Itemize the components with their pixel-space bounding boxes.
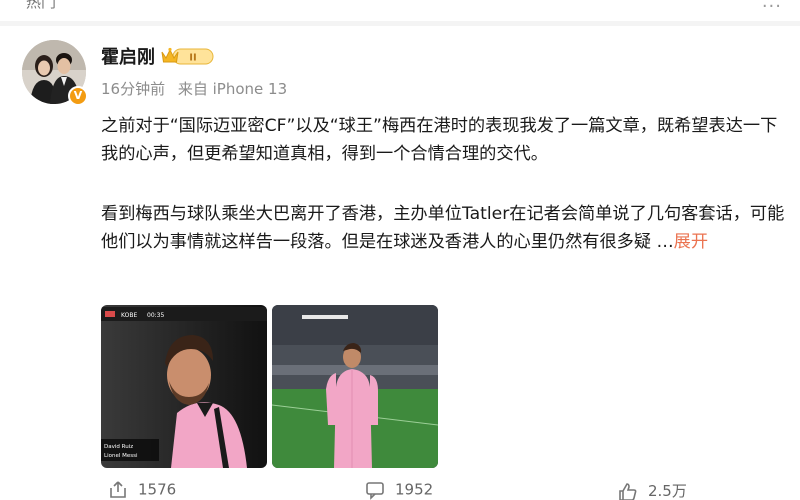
post-paragraph-1: 之前对于“国际迈亚密CF”以及“球王”梅西在港时的表现我发了一篇文章，既希望表达…	[101, 116, 778, 164]
share-button[interactable]: 1576	[108, 480, 176, 500]
like-count: 2.5万	[648, 482, 687, 500]
section-divider	[0, 21, 800, 26]
post-paragraph-2: 看到梅西与球队乘坐大巴离开了香港，主办单位Tatler在记者会简单说了几句客套话…	[101, 200, 791, 256]
badge-level: II	[189, 52, 196, 63]
comment-button[interactable]: 1952	[365, 480, 433, 500]
tab-hot[interactable]: 热门	[26, 0, 56, 12]
expand-link[interactable]: 展开	[674, 232, 708, 252]
comment-icon	[366, 482, 384, 500]
overlay-score: 00:35	[147, 312, 164, 319]
top-strip: 热门 ···	[0, 0, 800, 22]
caption-line-2: Lionel Messi	[104, 453, 138, 459]
share-icon	[110, 481, 126, 498]
comment-count: 1952	[395, 480, 434, 499]
post-image-2[interactable]	[272, 305, 438, 468]
member-crown-badge-icon[interactable]: II	[160, 46, 214, 66]
author-name[interactable]: 霍启刚	[101, 43, 155, 69]
post-source: 来自 iPhone 13	[177, 80, 288, 98]
author-avatar[interactable]: V	[22, 40, 88, 106]
overlay-team: KOBE	[121, 312, 137, 319]
messi-closeup-photo: KOBE 00:35 David Ruiz Lionel Messi	[101, 305, 267, 468]
caption-line-1: David Ruiz	[104, 444, 133, 450]
verified-badge: V	[68, 86, 88, 106]
post-image-1[interactable]: KOBE 00:35 David Ruiz Lionel Messi	[101, 305, 267, 468]
share-count: 1576	[138, 480, 177, 499]
action-bar: 1576 1952 2.5万	[0, 480, 800, 500]
messi-stadium-photo	[272, 305, 438, 468]
post-meta: 16分钟前 来自 iPhone 13	[101, 78, 295, 99]
post-time: 16分钟前	[101, 80, 166, 98]
more-menu-icon[interactable]: ···	[762, 0, 782, 17]
thumbs-up-icon	[619, 482, 637, 500]
like-button[interactable]: 2.5万	[618, 480, 687, 500]
